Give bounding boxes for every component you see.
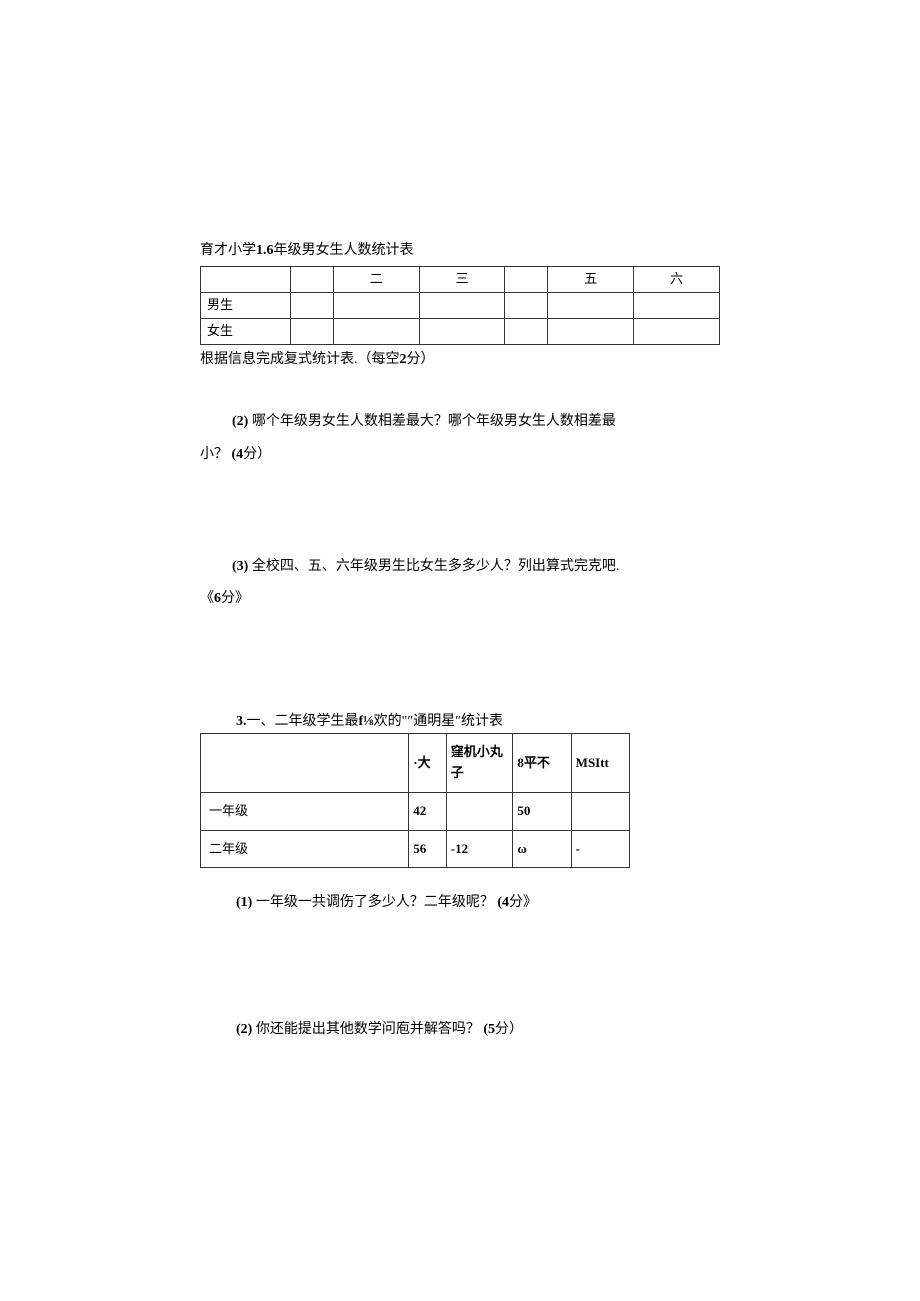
cell	[333, 318, 419, 344]
cell: -	[571, 830, 629, 868]
s3-text: 一、二年级学生最	[247, 714, 359, 729]
th-col1: ·大	[409, 734, 446, 793]
cell: ω	[513, 830, 571, 868]
instruction-text: 根据信息完成复式统计表.（每空2分）	[200, 349, 720, 371]
cell	[548, 318, 634, 344]
cell	[505, 293, 548, 319]
cell: 56	[409, 830, 446, 868]
th-1	[291, 267, 334, 293]
inst-bold: 2	[400, 352, 407, 367]
cell	[634, 293, 720, 319]
th-blank	[201, 267, 291, 293]
inst-text: 根据信息完成复式统计表.（每空	[200, 352, 400, 367]
th-col3: 8平不	[513, 734, 571, 793]
section3-q2: (2) 你还能提出其他数学问庖并解答吗？ (5分）	[200, 1019, 720, 1041]
cell: 42	[409, 792, 446, 830]
q2-score: (4	[232, 447, 244, 462]
cell	[419, 293, 505, 319]
cell	[571, 792, 629, 830]
th-col2: 窪机小丸子	[446, 734, 513, 793]
s3-mid: 欢的"″通明星″统计表	[374, 714, 503, 729]
question-2: (2) 哪个年级男女生人数相差最大？哪个年级男女生人数相差最	[200, 411, 720, 433]
title-bold: 1.6	[256, 243, 274, 258]
row-label-girls: 女生	[201, 318, 291, 344]
cell	[291, 293, 334, 319]
q2-num: (2)	[232, 414, 248, 429]
cell	[446, 792, 513, 830]
question-3-cont: 《6分》	[200, 588, 720, 610]
q3-score: 6	[214, 591, 221, 606]
cell	[634, 318, 720, 344]
s3-q2-suffix: 分）	[495, 1022, 523, 1037]
th-6: 六	[634, 267, 720, 293]
s3-q1-num: (1)	[236, 895, 252, 910]
table-grades-gender: 二 三 五 六 男生 女生	[200, 266, 720, 344]
inst-suffix: 分）	[407, 352, 435, 367]
s3-q1-text: 一年级一共调伤了多少人？二年级呢？	[252, 895, 497, 910]
cell	[419, 318, 505, 344]
table-row: 二年级 56 -12 ω -	[201, 830, 630, 868]
th-3: 三	[419, 267, 505, 293]
table-row: 一年级 42 50	[201, 792, 630, 830]
cell	[505, 318, 548, 344]
s3-bold1: f⅛	[359, 714, 374, 729]
title-suffix: 年级男女生人数统计表	[274, 243, 414, 258]
row-label-boys: 男生	[201, 293, 291, 319]
section3-q1: (1) 一年级一共调伤了多少人？二年级呢？ (4分》	[200, 892, 720, 914]
table-row: 女生	[201, 318, 720, 344]
cell: 50	[513, 792, 571, 830]
table-header-row: 二 三 五 六	[201, 267, 720, 293]
cell: -12	[446, 830, 513, 868]
q3-score-suffix: 分》	[221, 591, 249, 606]
row-grade1: 一年级	[201, 792, 409, 830]
th-col4: MSItt	[571, 734, 629, 793]
q2-line2: 小？	[200, 447, 232, 462]
table-row: 男生	[201, 293, 720, 319]
s3-q1-suffix: 分》	[509, 895, 537, 910]
th-5: 五	[548, 267, 634, 293]
q2-text: 哪个年级男女生人数相差最大？哪个年级男女生人数相差最	[248, 414, 616, 429]
cell	[548, 293, 634, 319]
row-grade2: 二年级	[201, 830, 409, 868]
s3-q2-text: 你还能提出其他数学问庖并解答吗？	[252, 1022, 483, 1037]
s3-q2-score: (5	[483, 1022, 495, 1037]
cell	[333, 293, 419, 319]
q2-score-suffix: 分）	[243, 447, 271, 462]
q3-num: (3)	[232, 559, 248, 574]
q3-line2: 《	[200, 591, 214, 606]
question-2-cont: 小？ (4分）	[200, 444, 720, 466]
s3-q1-score: (4	[497, 895, 509, 910]
s3-q2-num: (2)	[236, 1022, 252, 1037]
title-prefix: 育才小学	[200, 243, 256, 258]
cell	[291, 318, 334, 344]
table1-title: 育才小学1.6年级男女生人数统计表	[200, 240, 720, 262]
s3-num: 3.	[236, 714, 247, 729]
th-blank	[201, 734, 409, 793]
th-4	[505, 267, 548, 293]
q3-text: 全校四、五、六年级男生比女生多多少人？列出算式完克吧.	[248, 559, 619, 574]
table-header-row: ·大 窪机小丸子 8平不 MSItt	[201, 734, 630, 793]
table-cartoon-stars: ·大 窪机小丸子 8平不 MSItt 一年级 42 50 二年级 56 -12 …	[200, 733, 630, 868]
section3-title: 3.一、二年级学生最f⅛欢的"″通明星″统计表	[200, 711, 720, 733]
question-3: (3) 全校四、五、六年级男生比女生多多少人？列出算式完克吧.	[200, 556, 720, 578]
th-2: 二	[333, 267, 419, 293]
